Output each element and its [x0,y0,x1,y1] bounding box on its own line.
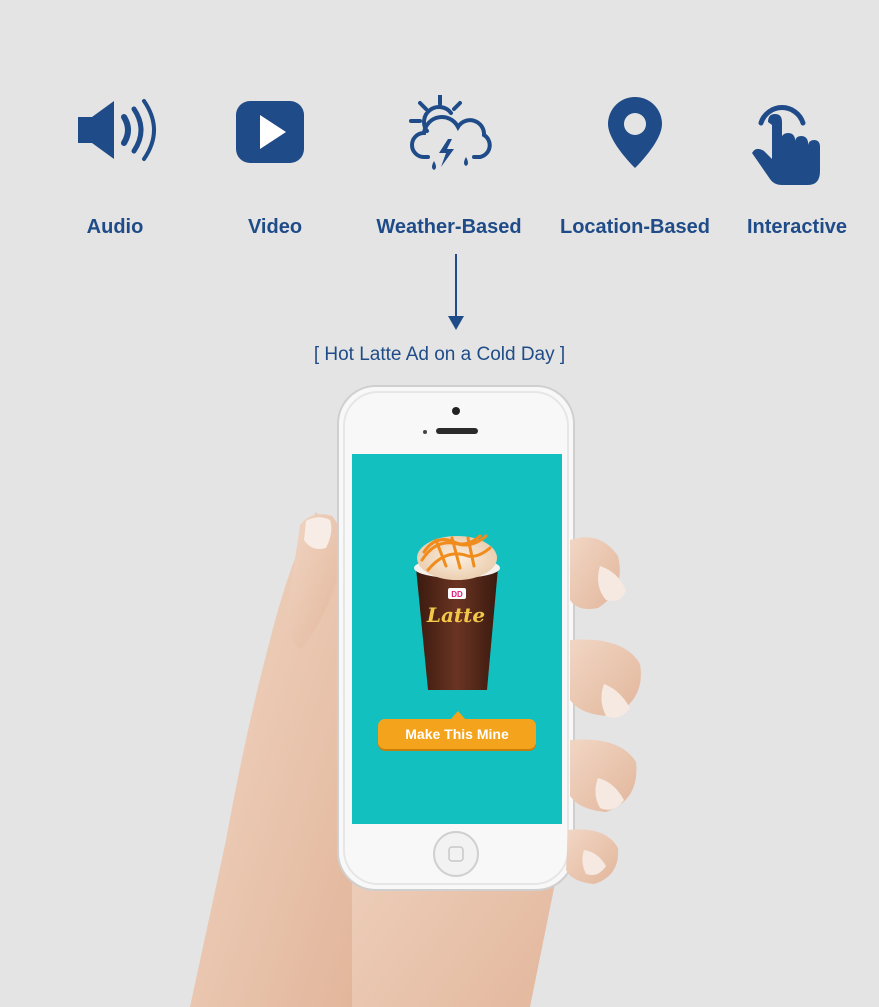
page: Audio Video Weather-Based Location-Based… [0,0,879,1007]
cup-text: Latte [426,603,485,627]
thumb-nail [304,517,332,549]
home-button [433,831,479,877]
make-this-mine-button[interactable]: Make This Mine [378,719,536,749]
phone-speaker [436,428,478,434]
phone-camera [452,407,460,415]
cup-brand: DD [451,590,463,599]
hand-holding-phone: DD Latte [190,385,641,1007]
latte-cup [416,568,498,690]
